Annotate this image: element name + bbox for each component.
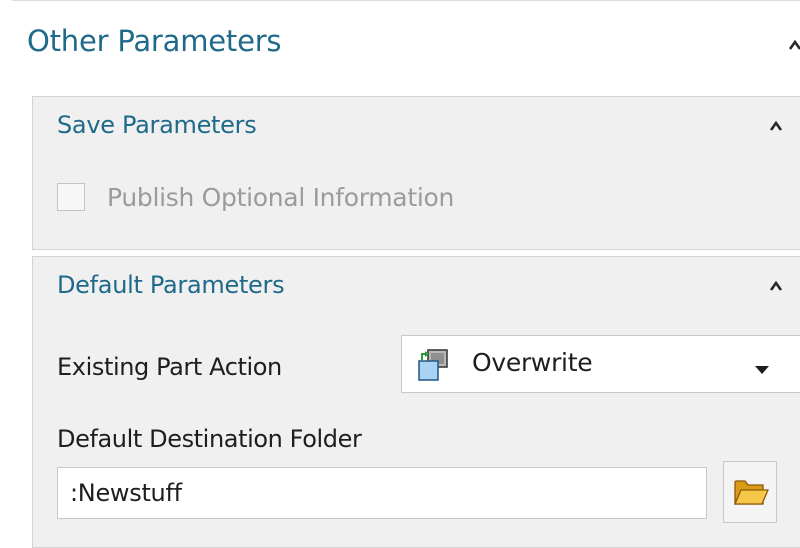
default-destination-folder-input[interactable]: [57, 467, 707, 519]
other-parameters-title: Other Parameters: [27, 24, 282, 58]
save-parameters-title[interactable]: Save Parameters: [57, 111, 257, 139]
existing-part-action-value: Overwrite: [472, 348, 593, 377]
publish-optional-information-label: Publish Optional Information: [107, 183, 455, 212]
default-parameters-group: Default Parameters Existing Part Action …: [32, 256, 800, 548]
chevron-up-icon[interactable]: [769, 119, 783, 133]
default-destination-folder-label: Default Destination Folder: [57, 425, 362, 453]
triangle-down-icon[interactable]: [754, 360, 770, 374]
chevron-up-icon[interactable]: [788, 38, 800, 52]
publish-optional-information-checkbox[interactable]: [57, 183, 85, 211]
existing-part-action-label: Existing Part Action: [57, 353, 282, 381]
overwrite-icon: [416, 348, 450, 382]
chevron-up-icon[interactable]: [769, 279, 783, 293]
default-parameters-title[interactable]: Default Parameters: [57, 271, 285, 299]
browse-folder-button[interactable]: [723, 461, 777, 523]
other-parameters-header[interactable]: Other Parameters: [0, 0, 800, 92]
save-parameters-group: Save Parameters Publish Optional Informa…: [32, 96, 800, 250]
existing-part-action-select[interactable]: Overwrite: [401, 335, 800, 393]
